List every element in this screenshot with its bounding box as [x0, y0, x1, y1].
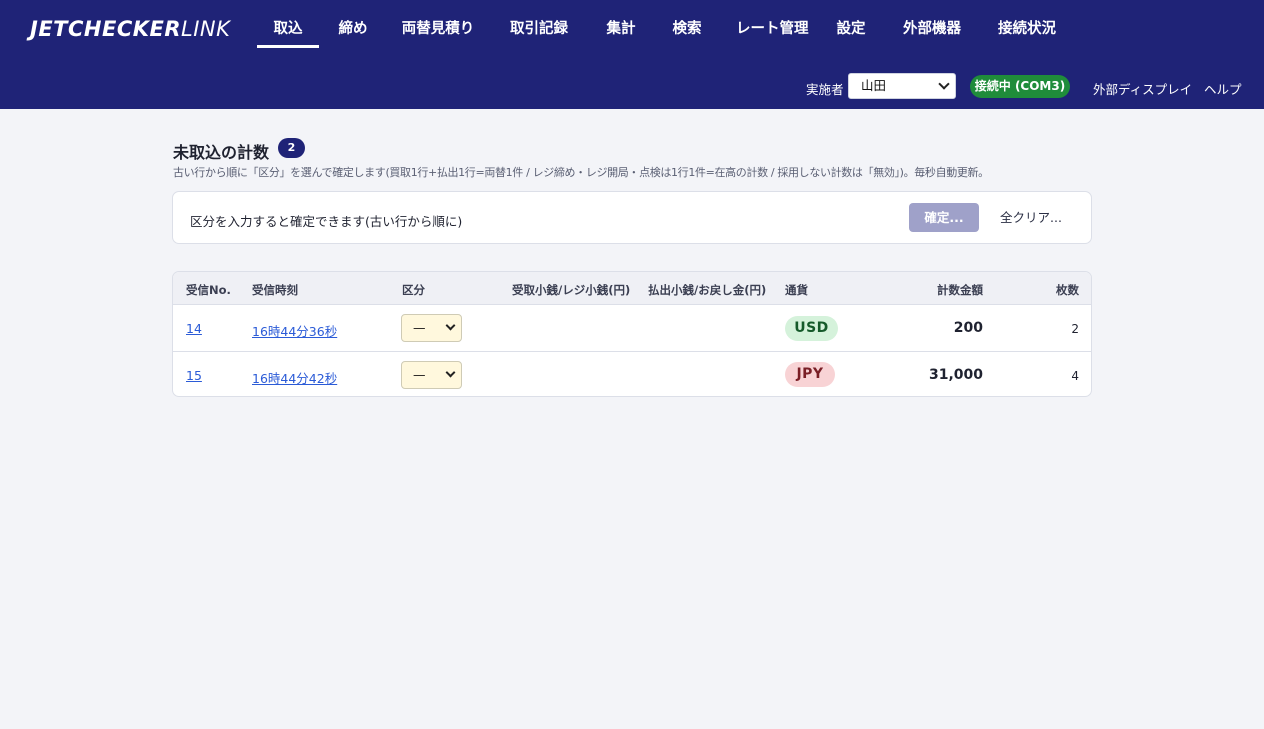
- logo-text-sub: LINK: [181, 17, 231, 41]
- row-no-link[interactable]: 15: [186, 368, 202, 383]
- column-header-amount: 計数金額: [937, 283, 983, 297]
- action-card: 区分を入力すると確定できます(古い行から順に) 確定... 全クリア...: [172, 191, 1092, 244]
- table-row: 14 16時44分36秒 — USD 200 2: [173, 305, 1091, 351]
- kind-select-value: —: [413, 320, 426, 335]
- currency-badge: JPY: [785, 362, 835, 387]
- operator-label: 実施者: [806, 82, 844, 97]
- page-title: 未取込の計数: [173, 143, 270, 162]
- row-no-link[interactable]: 14: [186, 321, 202, 336]
- chevron-down-icon: [938, 78, 950, 90]
- page-description: 古い行から順に「区分」を選んで確定します(買取1行+払出1行=両替1件 / レジ…: [173, 166, 989, 179]
- help-link[interactable]: ヘルプ: [1204, 79, 1242, 98]
- row-amount: 200: [953, 320, 983, 336]
- nav-item-exchange-quote[interactable]: 両替見積り: [401, 0, 475, 48]
- kind-select-value: —: [413, 367, 426, 382]
- column-header-received: 受取小銭/レジ小銭(円): [512, 283, 631, 297]
- row-time-link[interactable]: 16時44分42秒: [252, 368, 337, 387]
- nav-item-external-devices[interactable]: 外部機器: [900, 0, 964, 48]
- connection-status-badge: 接続中 (COM3): [970, 75, 1070, 98]
- pending-table: 受信No. 受信時刻 区分 受取小銭/レジ小銭(円) 払出小銭/お戻し金(円) …: [172, 271, 1092, 397]
- column-header-paid: 払出小銭/お戻し金(円): [648, 283, 767, 297]
- nav-item-search[interactable]: 検索: [670, 0, 704, 48]
- nav-item-settings[interactable]: 設定: [834, 0, 868, 48]
- operator-select-value: 山田: [861, 78, 887, 93]
- table-row: 15 16時44分42秒 — JPY 31,000 4: [173, 351, 1091, 396]
- clear-all-button[interactable]: 全クリア...: [991, 203, 1071, 232]
- top-bar: JETCHECKERLINK 取込 締め 両替見積り 取引記録 集計 検索 レー…: [0, 0, 1264, 109]
- row-sheets: 2: [1071, 322, 1079, 336]
- chevron-down-icon: [445, 320, 456, 331]
- row-time-link[interactable]: 16時44分36秒: [252, 321, 337, 340]
- row-sheets: 4: [1071, 369, 1079, 383]
- chevron-down-icon: [445, 367, 456, 378]
- logo-text-main: JETCHECKER: [30, 17, 182, 41]
- nav-item-import[interactable]: 取込: [257, 0, 319, 48]
- nav-item-rate-management[interactable]: レート管理: [736, 0, 809, 48]
- row-amount: 31,000: [928, 367, 983, 383]
- nav-item-transactions[interactable]: 取引記録: [508, 0, 570, 48]
- column-header-currency: 通貨: [785, 283, 808, 297]
- table-header: 受信No. 受信時刻 区分 受取小銭/レジ小銭(円) 払出小銭/お戻し金(円) …: [173, 272, 1091, 305]
- currency-badge: USD: [785, 316, 838, 341]
- nav-item-summary[interactable]: 集計: [604, 0, 638, 48]
- kind-select[interactable]: —: [401, 361, 462, 389]
- action-card-message: 区分を入力すると確定できます(古い行から順に): [190, 214, 463, 229]
- nav-item-connection-status[interactable]: 接続状況: [996, 0, 1058, 48]
- column-header-kind: 区分: [402, 283, 425, 297]
- kind-select[interactable]: —: [401, 314, 462, 342]
- column-header-sheets: 枚数: [1056, 283, 1079, 297]
- confirm-button[interactable]: 確定...: [909, 203, 979, 232]
- app-logo[interactable]: JETCHECKERLINK: [30, 17, 230, 43]
- column-header-time: 受信時刻: [252, 283, 298, 297]
- column-header-no: 受信No.: [186, 283, 231, 297]
- nav-item-closing[interactable]: 締め: [335, 0, 371, 48]
- pending-count-badge: 2: [278, 138, 305, 158]
- external-display-link[interactable]: 外部ディスプレイ: [1093, 79, 1192, 98]
- operator-select[interactable]: 山田: [848, 73, 956, 99]
